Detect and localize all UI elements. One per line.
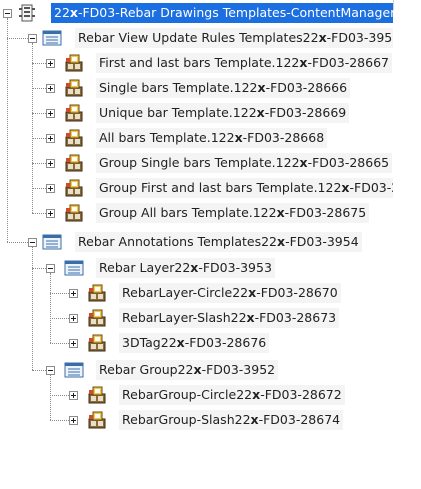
- tree-node-single-bars-template-122x-fd03-28666[interactable]: Single bars Template.122x-FD03-28666: [0, 77, 393, 99]
- tree-node-label[interactable]: Group Single bars Template.122x-FD03-286…: [96, 153, 393, 173]
- expand-icon[interactable]: [69, 314, 78, 323]
- expand-icon[interactable]: [46, 209, 55, 218]
- tree-node-label[interactable]: Rebar Group22x-FD03-3952: [96, 360, 279, 380]
- tree-node-all-bars-template-122x-fd03-28668[interactable]: All bars Template.122x-FD03-28668: [0, 127, 393, 149]
- tree-node-label[interactable]: First and last bars Template.122x-FD03-2…: [96, 53, 392, 73]
- expand-icon[interactable]: [46, 134, 55, 143]
- expand-icon[interactable]: [46, 159, 55, 168]
- tree-node-rebar-group22x-fd03-3952[interactable]: Rebar Group22x-FD03-3952: [0, 359, 393, 381]
- tree-node-rebarlayer-slash22x-fd03-28673[interactable]: RebarLayer-Slash22x-FD03-28673: [0, 307, 393, 329]
- tree-node-label[interactable]: Rebar Annotations Templates22x-FD03-3954: [75, 232, 362, 252]
- collapse-icon[interactable]: [3, 9, 12, 18]
- collapse-icon[interactable]: [46, 264, 55, 273]
- collapse-icon[interactable]: [28, 34, 37, 43]
- tree-node-label[interactable]: Single bars Template.122x-FD03-28666: [96, 78, 351, 98]
- template-icon: [64, 53, 84, 73]
- tree-node-group-all-bars-template-122x-fd03-28675[interactable]: Group All bars Template.122x-FD03-28675: [0, 202, 393, 224]
- collapse-icon[interactable]: [28, 238, 37, 247]
- tree-node-label[interactable]: Unique bar Template.122x-FD03-28669: [96, 103, 350, 123]
- tree-node-rebar-annotations-templates22x-fd03-3954[interactable]: Rebar Annotations Templates22x-FD03-3954: [0, 231, 393, 253]
- expand-icon[interactable]: [69, 391, 78, 400]
- template-icon: [87, 333, 107, 353]
- tree-node-label[interactable]: Rebar Layer22x-FD03-3953: [96, 258, 275, 278]
- tree-node-label[interactable]: All bars Template.122x-FD03-28668: [96, 128, 328, 148]
- tree-node-22x-fd03-rebar-drawings-templates-contentmanager[interactable]: 22x-FD03-Rebar Drawings Templates-Conten…: [0, 2, 393, 24]
- tree-node-rebar-layer22x-fd03-3953[interactable]: Rebar Layer22x-FD03-3953: [0, 257, 393, 279]
- template-icon: [87, 308, 107, 328]
- expand-icon[interactable]: [46, 109, 55, 118]
- tree-node-group-first-and-last-bars-template-122x-fd03-28664[interactable]: Group First and last bars Template.122x-…: [0, 177, 393, 199]
- root-node-icon: [17, 3, 37, 23]
- template-icon: [87, 283, 107, 303]
- expand-icon[interactable]: [46, 184, 55, 193]
- tree-node-rebar-view-update-rules-templates22x-fd03-3951[interactable]: Rebar View Update Rules Templates22x-FD0…: [0, 27, 393, 49]
- tree-node-label[interactable]: 3DTag22x-FD03-28676: [119, 333, 270, 353]
- tree-node-label[interactable]: 22x-FD03-Rebar Drawings Templates-Conten…: [51, 3, 393, 23]
- expand-icon[interactable]: [69, 289, 78, 298]
- tree-view[interactable]: 22x-FD03-Rebar Drawings Templates-Conten…: [0, 0, 421, 489]
- expand-icon[interactable]: [46, 59, 55, 68]
- folder-icon: [64, 258, 84, 278]
- tree-node-group-single-bars-template-122x-fd03-28665[interactable]: Group Single bars Template.122x-FD03-286…: [0, 152, 393, 174]
- tree-node-label[interactable]: RebarGroup-Slash22x-FD03-28674: [119, 410, 344, 430]
- template-icon: [64, 128, 84, 148]
- tree-node-label[interactable]: Rebar View Update Rules Templates22x-FD0…: [75, 28, 393, 48]
- template-icon: [64, 203, 84, 223]
- tree-node-label[interactable]: Group First and last bars Template.122x-…: [96, 178, 393, 198]
- expand-icon[interactable]: [46, 84, 55, 93]
- viewport-edge: [393, 0, 394, 10]
- tree-node-label[interactable]: RebarLayer-Circle22x-FD03-28670: [119, 283, 341, 303]
- collapse-icon[interactable]: [46, 366, 55, 375]
- tree-node-label[interactable]: Group All bars Template.122x-FD03-28675: [96, 203, 370, 223]
- tree-viewport: 22x-FD03-Rebar Drawings Templates-Conten…: [0, 0, 393, 489]
- tree-node-3dtag22x-fd03-28676[interactable]: 3DTag22x-FD03-28676: [0, 332, 393, 354]
- tree-node-rebarlayer-circle22x-fd03-28670[interactable]: RebarLayer-Circle22x-FD03-28670: [0, 282, 393, 304]
- tree-node-first-and-last-bars-template-122x-fd03-28667[interactable]: First and last bars Template.122x-FD03-2…: [0, 52, 393, 74]
- template-icon: [64, 78, 84, 98]
- template-icon: [87, 385, 107, 405]
- expand-icon[interactable]: [69, 339, 78, 348]
- expand-icon[interactable]: [69, 416, 78, 425]
- template-icon: [87, 410, 107, 430]
- folder-icon: [42, 232, 62, 252]
- tree-node-unique-bar-template-122x-fd03-28669[interactable]: Unique bar Template.122x-FD03-28669: [0, 102, 393, 124]
- tree-node-rebargroup-circle22x-fd03-28672[interactable]: RebarGroup-Circle22x-FD03-28672: [0, 384, 393, 406]
- tree-node-label[interactable]: RebarGroup-Circle22x-FD03-28672: [119, 385, 345, 405]
- template-icon: [64, 153, 84, 173]
- tree-node-rebargroup-slash22x-fd03-28674[interactable]: RebarGroup-Slash22x-FD03-28674: [0, 409, 393, 431]
- folder-icon: [64, 360, 84, 380]
- template-icon: [64, 178, 84, 198]
- template-icon: [64, 103, 84, 123]
- tree-node-label[interactable]: RebarLayer-Slash22x-FD03-28673: [119, 308, 340, 328]
- folder-icon: [42, 28, 62, 48]
